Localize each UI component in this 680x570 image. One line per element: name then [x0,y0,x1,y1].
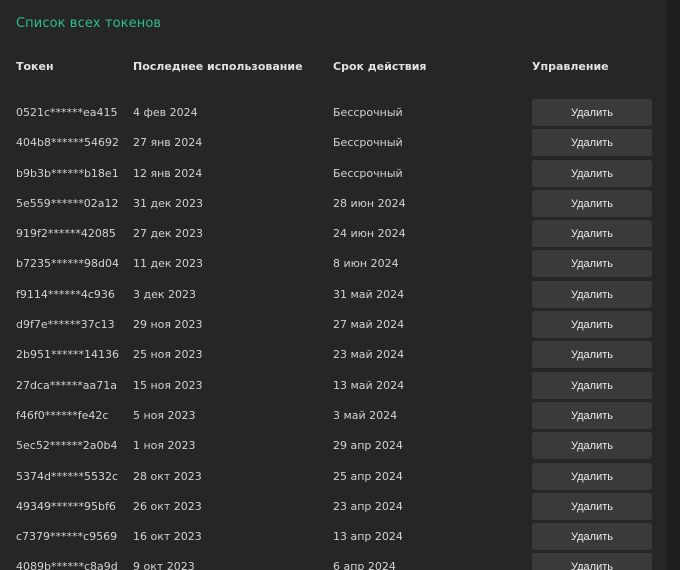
expires-value: 13 май 2024 [333,378,405,392]
table-row: 919f2******42085 27 дек 2023 24 июн 2024 Уд… [0,219,666,249]
table-row: 27dca******aa71a 15 ноя 2023 13 май 2024 Уд… [0,371,666,401]
expires-value: 28 июн 2024 [333,196,406,210]
last-used-value: 31 дек 2023 [133,196,204,210]
table-row: 5e559******02a12 31 дек 2023 28 июн 2024 Уд… [0,189,666,219]
last-used-value: 16 окт 2023 [133,530,202,544]
expires-value: 23 май 2024 [333,348,405,362]
delete-token-button[interactable]: Удалить [532,311,652,339]
expires-value: Бессрочный [333,166,403,180]
token-value: 919f2******42085 [16,227,116,241]
delete-token-button[interactable]: Удалить [532,553,652,570]
expires-value: 3 май 2024 [333,408,398,422]
expires-value: 13 апр 2024 [333,530,403,544]
delete-token-button[interactable]: Удалить [532,432,652,460]
last-used-value: 26 окт 2023 [133,499,202,513]
last-used-value: 28 окт 2023 [133,469,202,483]
last-used-value: 9 окт 2023 [133,560,195,570]
last-used-value: 27 дек 2023 [133,227,204,241]
delete-token-button[interactable]: Удалить [532,250,652,278]
tokens-table-body: 0521c******ea415 4 фев 2024 Бессрочный Удал… [0,98,666,570]
table-row: 49349******95bf6 26 окт 2023 23 апр 2024 Уд… [0,492,666,522]
delete-token-button[interactable]: Удалить [532,220,652,248]
token-value: b7235******98d04 [16,257,119,271]
token-value: c7379******c9569 [16,530,118,544]
delete-token-button[interactable]: Удалить [532,401,652,429]
expires-value: 6 апр 2024 [333,560,396,570]
page-title: Список всех токенов [16,16,162,31]
table-row: d9f7e******37c13 29 ноя 2023 27 май 2024 Уд… [0,310,666,340]
tokens-panel: Список всех токенов Токен Последнее испо… [0,0,666,570]
delete-token-button[interactable]: Удалить [532,523,652,551]
scrollbar[interactable] [666,0,680,570]
token-value: 27dca******aa71a [16,378,117,392]
table-header: Токен Последнее использование Срок дейст… [0,60,666,76]
delete-token-button[interactable]: Удалить [532,159,652,187]
table-row: b7235******98d04 11 дек 2023 8 июн 2024 Уда… [0,249,666,279]
last-used-value: 15 ноя 2023 [133,378,203,392]
column-header-last-used: Последнее использование [133,60,303,73]
token-value: 2b951******14136 [16,348,119,362]
token-value: 5e559******02a12 [16,196,119,210]
table-row: f9114******4c936 3 дек 2023 31 май 2024 Уда… [0,280,666,310]
expires-value: 31 май 2024 [333,287,405,301]
table-row: b9b3b******b18e1 12 янв 2024 Бессрочный Уда… [0,159,666,189]
table-row: 2b951******14136 25 ноя 2023 23 май 2024 Уд… [0,340,666,370]
table-row: f46f0******fe42c 5 ноя 2023 3 май 2024 Удал… [0,401,666,431]
delete-token-button[interactable]: Удалить [532,129,652,157]
last-used-value: 4 фев 2024 [133,106,198,119]
expires-value: 23 апр 2024 [333,499,403,513]
table-row: 404b8******54692 27 янв 2024 Бессрочный Уда… [0,128,666,158]
delete-token-button[interactable]: Удалить [532,462,652,490]
token-value: 49349******95bf6 [16,499,116,513]
table-row: 4089b******c8a9d 9 окт 2023 6 апр 2024 Удал… [0,552,666,570]
token-value: 4089b******c8a9d [16,560,118,570]
last-used-value: 27 янв 2024 [133,136,203,150]
delete-token-button[interactable]: Удалить [532,189,652,217]
token-value: 5374d******5532c [16,469,119,483]
token-value: 5ec52******2a0b4 [16,439,118,453]
delete-token-button[interactable]: Удалить [532,99,652,126]
last-used-value: 29 ноя 2023 [133,318,203,332]
last-used-value: 3 дек 2023 [133,287,197,301]
expires-value: 24 июн 2024 [333,227,406,241]
token-value: f9114******4c936 [16,287,115,301]
last-used-value: 11 дек 2023 [133,257,204,271]
table-row: 5ec52******2a0b4 1 ноя 2023 29 апр 2024 Уда… [0,431,666,461]
expires-value: Бессрочный [333,106,403,119]
delete-token-button[interactable]: Удалить [532,341,652,369]
delete-token-button[interactable]: Удалить [532,492,652,520]
token-value: f46f0******fe42c [16,408,109,422]
token-value: d9f7e******37c13 [16,318,115,332]
expires-value: 25 апр 2024 [333,469,403,483]
column-header-actions: Управление [532,60,609,73]
expires-value: Бессрочный [333,136,403,150]
last-used-value: 25 ноя 2023 [133,348,203,362]
expires-value: 27 май 2024 [333,318,405,332]
table-row: 0521c******ea415 4 фев 2024 Бессрочный Удал… [0,98,666,128]
column-header-token: Токен [16,60,54,73]
delete-token-button[interactable]: Удалить [532,280,652,308]
token-value: 0521c******ea415 [16,106,118,119]
token-value: 404b8******54692 [16,136,119,150]
table-row: c7379******c9569 16 окт 2023 13 апр 2024 Уд… [0,522,666,552]
table-row: 5374d******5532c 28 окт 2023 25 апр 2024 Уд… [0,462,666,492]
expires-value: 29 апр 2024 [333,439,403,453]
last-used-value: 12 янв 2024 [133,166,203,180]
expires-value: 8 июн 2024 [333,257,399,271]
delete-token-button[interactable]: Удалить [532,371,652,399]
column-header-expires: Срок действия [333,60,427,73]
last-used-value: 5 ноя 2023 [133,408,196,422]
last-used-value: 1 ноя 2023 [133,439,196,453]
token-value: b9b3b******b18e1 [16,166,119,180]
